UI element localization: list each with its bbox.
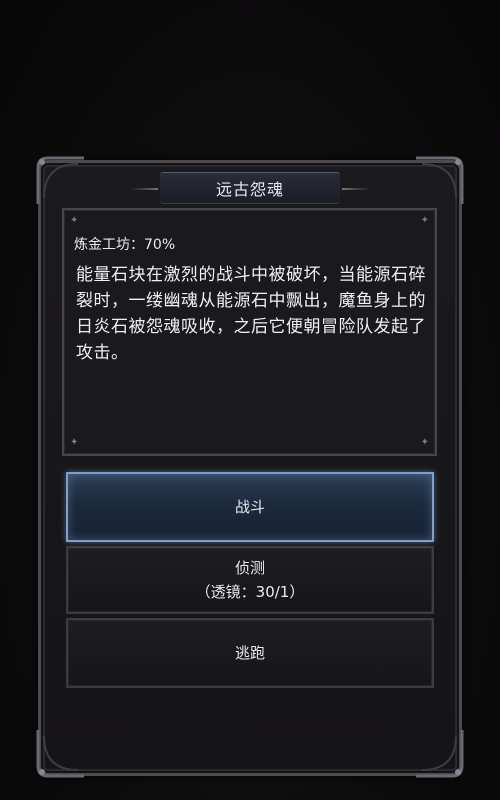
corner-star-icon: ✦: [420, 437, 429, 448]
alchemy-workshop-label: 炼金工坊：70%: [74, 237, 176, 253]
game-screen: 远古怨魂 ✦ ✦ ✦ ✦ 炼金工坊：70% 能量石块在激烈的战斗中被破坏，当能源…: [0, 0, 500, 800]
fight-button[interactable]: 战斗: [66, 472, 434, 542]
frame-ornament-icon: [34, 726, 88, 780]
fight-button-label: 战斗: [234, 498, 265, 516]
dialog-title-bar: 远古怨魂: [130, 172, 340, 204]
flee-button-label: 逃跑: [234, 644, 265, 662]
description-panel: ✦ ✦ ✦ ✦ 炼金工坊：70% 能量石块在激烈的战斗中被破坏，当能源石碎裂时，…: [62, 208, 437, 456]
scout-cost-label: （透镜：30/1）: [195, 583, 305, 601]
frame-ornament-icon: [412, 154, 466, 208]
frame-ornament-icon: [412, 726, 466, 780]
scout-button[interactable]: 侦测 （透镜：30/1）: [66, 546, 434, 614]
flee-button[interactable]: 逃跑: [66, 618, 434, 688]
scout-button-label: 侦测: [234, 559, 265, 577]
corner-star-icon: ✦: [420, 215, 429, 226]
corner-star-icon: ✦: [70, 215, 79, 226]
frame-ornament-icon: [34, 154, 88, 208]
corner-star-icon: ✦: [70, 437, 79, 448]
dialog-title: 远古怨魂: [215, 180, 284, 199]
event-description: 能量石块在激烈的战斗中被破坏，当能源石碎裂时，一缕幽魂从能源石中飘出，魔鱼身上的…: [76, 265, 426, 363]
